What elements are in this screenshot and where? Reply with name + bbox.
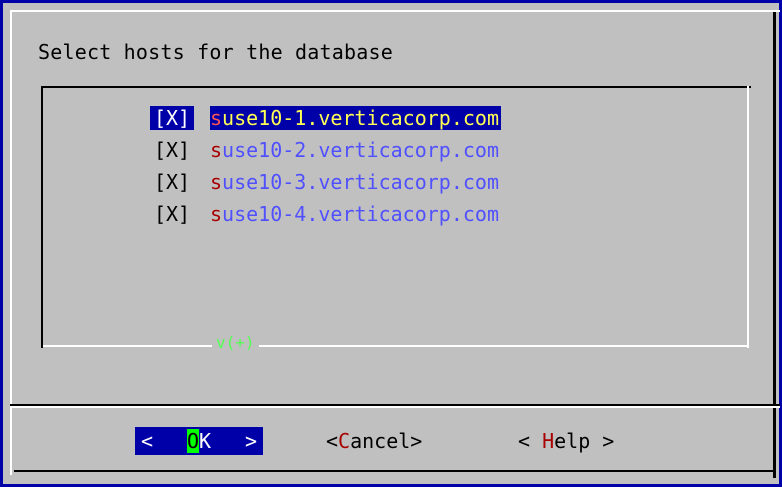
help-button[interactable]: < Help > <box>518 427 614 455</box>
ok-button-hotkey: O <box>186 429 199 453</box>
list-border-top <box>41 86 751 88</box>
ok-button-left-bracket: < <box>141 429 154 453</box>
host-label[interactable]: suse10-2.verticacorp.com <box>210 138 499 162</box>
host-checkbox[interactable]: [X] <box>150 170 194 194</box>
host-label[interactable]: suse10-3.verticacorp.com <box>210 170 499 194</box>
list-item[interactable]: [X] suse10-4.verticacorp.com <box>150 198 501 230</box>
host-label[interactable]: suse10-4.verticacorp.com <box>210 202 499 226</box>
dialog-border-top <box>10 10 780 12</box>
host-checkbox[interactable]: [X] <box>150 138 194 162</box>
dialog-border-bottom <box>14 470 774 472</box>
host-checkbox[interactable]: [X] <box>150 202 194 226</box>
dialog-border-right <box>773 12 776 478</box>
help-button-prefix: < <box>518 429 543 453</box>
list-border-right <box>747 86 749 348</box>
host-checkbox[interactable]: [X] <box>150 106 194 130</box>
cancel-button-hotkey: C <box>338 429 351 453</box>
list-item[interactable]: [X] suse10-3.verticacorp.com <box>150 166 501 198</box>
scroll-down-indicator: v(+) <box>212 333 259 352</box>
button-separator-highlight <box>10 406 780 408</box>
help-button-hotkey: H <box>542 429 555 453</box>
ok-button-label-rest: K <box>199 429 212 453</box>
cancel-button-prefix: < <box>326 429 339 453</box>
cancel-button-label-rest: ancel> <box>350 429 423 453</box>
host-label[interactable]: suse10-1.verticacorp.com <box>210 106 501 130</box>
host-name: use10-4.verticacorp.com <box>222 202 499 226</box>
host-hotkey: s <box>210 202 223 226</box>
host-hotkey: s <box>210 138 223 162</box>
ok-button-right-bracket: > <box>244 429 257 453</box>
dialog-title: Select hosts for the database <box>38 40 393 64</box>
host-list: [X] suse10-1.verticacorp.com [X] suse10-… <box>150 102 501 230</box>
cancel-button[interactable]: <Cancel> <box>326 427 422 455</box>
button-bar: < OK > <Cancel> < Help > <box>0 427 782 457</box>
list-border-left <box>41 86 43 348</box>
host-name: use10-3.verticacorp.com <box>222 170 499 194</box>
host-hotkey: s <box>210 106 223 130</box>
list-item[interactable]: [X] suse10-2.verticacorp.com <box>150 134 501 166</box>
list-border-bottom <box>43 345 749 347</box>
ok-button[interactable]: < OK > <box>135 427 263 455</box>
help-button-label-rest: elp > <box>554 429 615 453</box>
list-item[interactable]: [X] suse10-1.verticacorp.com <box>150 102 501 134</box>
host-hotkey: s <box>210 170 223 194</box>
ok-button-label: OK <box>186 427 212 455</box>
host-name: use10-1.verticacorp.com <box>222 106 499 130</box>
host-name: use10-2.verticacorp.com <box>222 138 499 162</box>
